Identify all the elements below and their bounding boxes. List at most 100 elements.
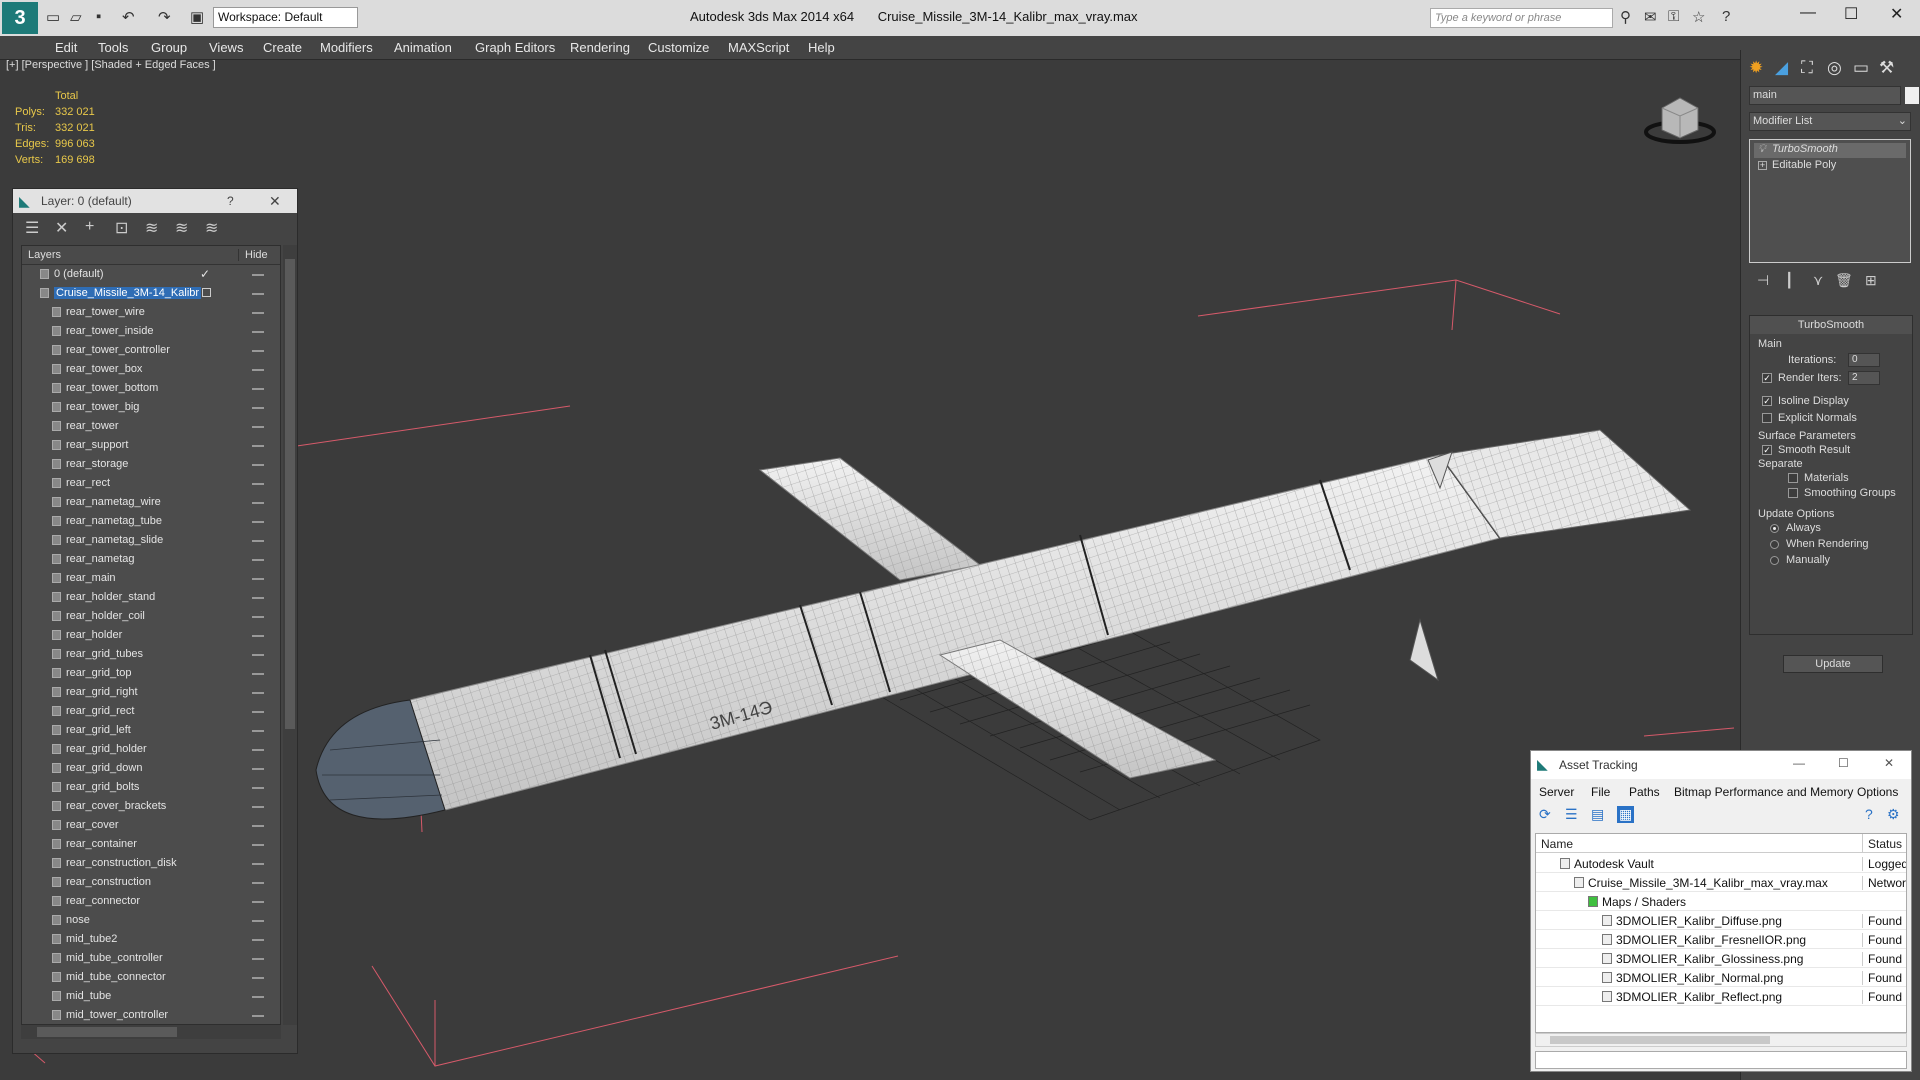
hide-toggle[interactable] bbox=[252, 654, 264, 656]
name-column-header[interactable]: Name bbox=[1541, 837, 1573, 851]
hide-toggle[interactable] bbox=[252, 559, 264, 561]
utilities-tab-icon[interactable]: ⚒ bbox=[1879, 58, 1894, 78]
hide-toggle[interactable] bbox=[252, 521, 264, 523]
menu-customize[interactable]: Customize bbox=[648, 40, 709, 55]
stack-item-editable-poly[interactable]: + Editable Poly bbox=[1754, 159, 1906, 174]
menu-group[interactable]: Group bbox=[151, 40, 187, 55]
modifier-list-dropdown[interactable]: Modifier List ⌄ bbox=[1749, 112, 1911, 131]
hide-toggle[interactable] bbox=[252, 806, 264, 808]
layer-row[interactable]: mid_tube2 bbox=[22, 930, 280, 949]
rollout-title[interactable]: TurboSmooth bbox=[1750, 316, 1912, 334]
asset-tracking-header[interactable]: ◣ Asset Tracking — ☐ ✕ bbox=[1531, 751, 1911, 779]
communication-center-icon[interactable]: ✉ bbox=[1644, 8, 1657, 26]
object-color-swatch[interactable] bbox=[1905, 87, 1919, 104]
binoculars-icon[interactable]: ⚲ bbox=[1620, 8, 1631, 26]
workspace-dropdown[interactable]: Workspace: Default bbox=[213, 7, 358, 28]
layer-row[interactable]: rear_tower_big bbox=[22, 398, 280, 417]
layer-row[interactable]: rear_tower_box bbox=[22, 360, 280, 379]
hide-toggle[interactable] bbox=[252, 350, 264, 352]
iterations-spinner[interactable]: 0 bbox=[1848, 353, 1880, 367]
smooth-result-checkbox[interactable]: ✓ bbox=[1762, 445, 1772, 455]
layer-row[interactable]: rear_holder_stand bbox=[22, 588, 280, 607]
freeze-all-layers-icon[interactable]: ≋ bbox=[205, 218, 218, 238]
layer-row[interactable]: rear_storage bbox=[22, 455, 280, 474]
asset-row[interactable]: 3DMOLIER_Kalibr_Diffuse.png Found bbox=[1536, 911, 1906, 930]
asset-menu-file[interactable]: File bbox=[1591, 785, 1610, 799]
hide-toggle[interactable] bbox=[252, 844, 264, 846]
project-folder-icon[interactable]: ▣ bbox=[190, 8, 204, 26]
layer-row[interactable]: rear_nametag_wire bbox=[22, 493, 280, 512]
asset-row[interactable]: 3DMOLIER_Kalibr_Glossiness.png Found bbox=[1536, 949, 1906, 968]
layer-row[interactable]: rear_grid_top bbox=[22, 664, 280, 683]
menu-help[interactable]: Help bbox=[808, 40, 835, 55]
hide-toggle[interactable] bbox=[252, 369, 264, 371]
undo-icon[interactable]: ↶ bbox=[122, 8, 135, 26]
expand-icon[interactable]: + bbox=[1758, 161, 1767, 170]
set-current-box-icon[interactable] bbox=[202, 288, 211, 297]
layer-row[interactable]: mid_tube bbox=[22, 987, 280, 1006]
scrollbar-thumb[interactable] bbox=[285, 259, 295, 729]
hide-toggle[interactable] bbox=[252, 540, 264, 542]
update-button[interactable]: Update bbox=[1783, 655, 1883, 673]
hide-toggle[interactable] bbox=[252, 711, 264, 713]
list-view-icon[interactable]: ☰ bbox=[1565, 806, 1578, 823]
viewport-label[interactable]: [+] [Perspective ] [Shaded + Edged Faces… bbox=[6, 59, 216, 71]
hide-toggle[interactable] bbox=[252, 730, 264, 732]
layer-row[interactable]: rear_tower_inside bbox=[22, 322, 280, 341]
layer-horizontal-scrollbar[interactable] bbox=[21, 1025, 281, 1039]
asset-settings-icon[interactable]: ⚙ bbox=[1887, 806, 1900, 823]
layer-row[interactable]: rear_main bbox=[22, 569, 280, 588]
layer-row[interactable]: rear_tower bbox=[22, 417, 280, 436]
hide-toggle[interactable] bbox=[252, 331, 264, 333]
new-file-icon[interactable]: ▭ bbox=[46, 8, 60, 26]
save-icon[interactable]: ▪ bbox=[96, 8, 101, 25]
hide-toggle[interactable] bbox=[252, 863, 264, 865]
close-button[interactable]: ✕ bbox=[1890, 4, 1903, 24]
modify-tab-icon[interactable]: ◢ bbox=[1775, 58, 1788, 78]
asset-menu-server[interactable]: Server bbox=[1539, 785, 1574, 799]
asset-table[interactable]: Name Status Autodesk Vault Logged Out Crui… bbox=[1535, 833, 1907, 1033]
table-view-icon[interactable]: ▦ bbox=[1617, 806, 1635, 823]
search-input[interactable]: Type a keyword or phrase bbox=[1430, 8, 1613, 28]
layer-vertical-scrollbar[interactable] bbox=[283, 245, 297, 1025]
asset-menu-bitmap-performance[interactable]: Bitmap Performance and Memory bbox=[1674, 785, 1853, 799]
hide-toggle[interactable] bbox=[252, 616, 264, 618]
layer-row[interactable]: rear_construction_disk bbox=[22, 854, 280, 873]
hide-toggle[interactable] bbox=[252, 996, 264, 998]
layer-row[interactable]: rear_tower_bottom bbox=[22, 379, 280, 398]
menu-maxscript[interactable]: MAXScript bbox=[728, 40, 789, 55]
layer-row[interactable]: rear_nametag_slide bbox=[22, 531, 280, 550]
hide-toggle[interactable] bbox=[252, 388, 264, 390]
layer-panel-header[interactable]: ◣ Layer: 0 (default) ? ✕ bbox=[13, 189, 297, 213]
layer-row[interactable]: rear_cover_brackets bbox=[22, 797, 280, 816]
hide-toggle[interactable] bbox=[252, 977, 264, 979]
make-unique-icon[interactable]: ⋎ bbox=[1813, 272, 1823, 289]
menu-animation[interactable]: Animation bbox=[394, 40, 452, 55]
layer-row[interactable]: rear_nametag_tube bbox=[22, 512, 280, 531]
menu-modifiers[interactable]: Modifiers bbox=[320, 40, 373, 55]
layer-row[interactable]: nose bbox=[22, 911, 280, 930]
layer-row[interactable]: Cruise_Missile_3M-14_Kalibr bbox=[22, 284, 280, 303]
layer-close-button[interactable]: ✕ bbox=[269, 193, 281, 210]
layer-row[interactable]: rear_grid_rect bbox=[22, 702, 280, 721]
redo-icon[interactable]: ↷ bbox=[158, 8, 171, 26]
layer-row[interactable]: rear_grid_left bbox=[22, 721, 280, 740]
hide-toggle[interactable] bbox=[252, 749, 264, 751]
delete-layer-icon[interactable]: ✕ bbox=[55, 218, 68, 238]
explicit-normals-checkbox[interactable] bbox=[1762, 413, 1772, 423]
layer-row[interactable]: rear_construction bbox=[22, 873, 280, 892]
create-layer-icon[interactable]: ☰ bbox=[25, 218, 39, 238]
hide-toggle[interactable] bbox=[252, 939, 264, 941]
help-icon[interactable]: ? bbox=[1722, 8, 1730, 25]
layer-row[interactable]: rear_cover bbox=[22, 816, 280, 835]
layer-row[interactable]: rear_grid_tubes bbox=[22, 645, 280, 664]
scrollbar-thumb[interactable] bbox=[1550, 1036, 1770, 1044]
layer-row[interactable]: rear_grid_bolts bbox=[22, 778, 280, 797]
hide-toggle[interactable] bbox=[252, 958, 264, 960]
open-file-icon[interactable]: ▱ bbox=[70, 8, 82, 26]
layer-row[interactable]: rear_connector bbox=[22, 892, 280, 911]
asset-row[interactable]: Autodesk Vault Logged Out bbox=[1536, 854, 1906, 873]
add-to-layer-icon[interactable]: + bbox=[85, 218, 94, 236]
scrollbar-thumb[interactable] bbox=[37, 1027, 177, 1037]
menu-create[interactable]: Create bbox=[263, 40, 302, 55]
